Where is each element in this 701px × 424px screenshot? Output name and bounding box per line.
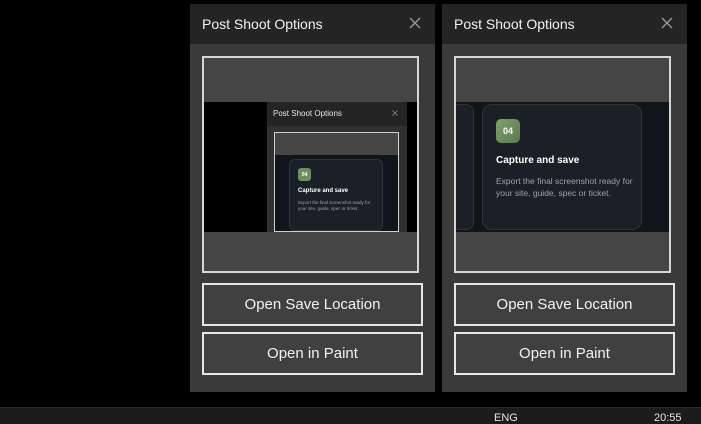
input-language-indicator[interactable]: ENG xyxy=(494,412,518,424)
preview-step-card: 04 Capture and save Export the final scr… xyxy=(289,159,383,231)
step-description: Export the final screenshot ready for yo… xyxy=(298,200,371,211)
step-badge: 04 xyxy=(298,168,311,181)
preview-nested-preview: 04 Capture and save Export the final scr… xyxy=(274,132,399,232)
step-title: Capture and save xyxy=(298,188,349,194)
taskbar: ENG 20:55 xyxy=(0,407,701,424)
preview-window-titlebar: Post Shoot Options xyxy=(267,102,407,126)
preview-nested-window: Post Shoot Options 04 Capture and save E… xyxy=(267,102,407,232)
open-in-paint-button[interactable]: Open in Paint xyxy=(202,332,423,375)
close-icon[interactable] xyxy=(659,15,675,31)
screenshot-preview: Post Shoot Options 04 Capture and save E… xyxy=(202,56,419,273)
step-title: Capture and save xyxy=(496,155,580,166)
panel-titlebar: Post Shoot Options xyxy=(190,4,435,44)
panel-titlebar: Post Shoot Options xyxy=(442,4,687,44)
preview-step-card: 04 Capture and save Export the final scr… xyxy=(482,104,642,230)
panel-title: Post Shoot Options xyxy=(202,16,323,32)
close-icon[interactable] xyxy=(407,15,423,31)
close-icon xyxy=(392,110,398,116)
post-shoot-options-panel-1: Post Shoot Options Post Shoot Options 04… xyxy=(190,4,435,392)
preview-window-title: Post Shoot Options xyxy=(273,109,342,118)
post-shoot-options-panel-2: Post Shoot Options 04 Capture and save E… xyxy=(442,4,687,392)
open-save-location-button[interactable]: Open Save Location xyxy=(202,283,423,326)
step-description: Export the final screenshot ready for yo… xyxy=(496,176,633,198)
open-save-location-button[interactable]: Open Save Location xyxy=(454,283,675,326)
system-clock[interactable]: 20:55 xyxy=(654,412,682,424)
step-badge: 04 xyxy=(496,119,520,143)
preview-adjacent-card xyxy=(456,104,474,230)
open-in-paint-button[interactable]: Open in Paint xyxy=(454,332,675,375)
screenshot-preview: 04 Capture and save Export the final scr… xyxy=(454,56,671,273)
panel-title: Post Shoot Options xyxy=(454,16,575,32)
